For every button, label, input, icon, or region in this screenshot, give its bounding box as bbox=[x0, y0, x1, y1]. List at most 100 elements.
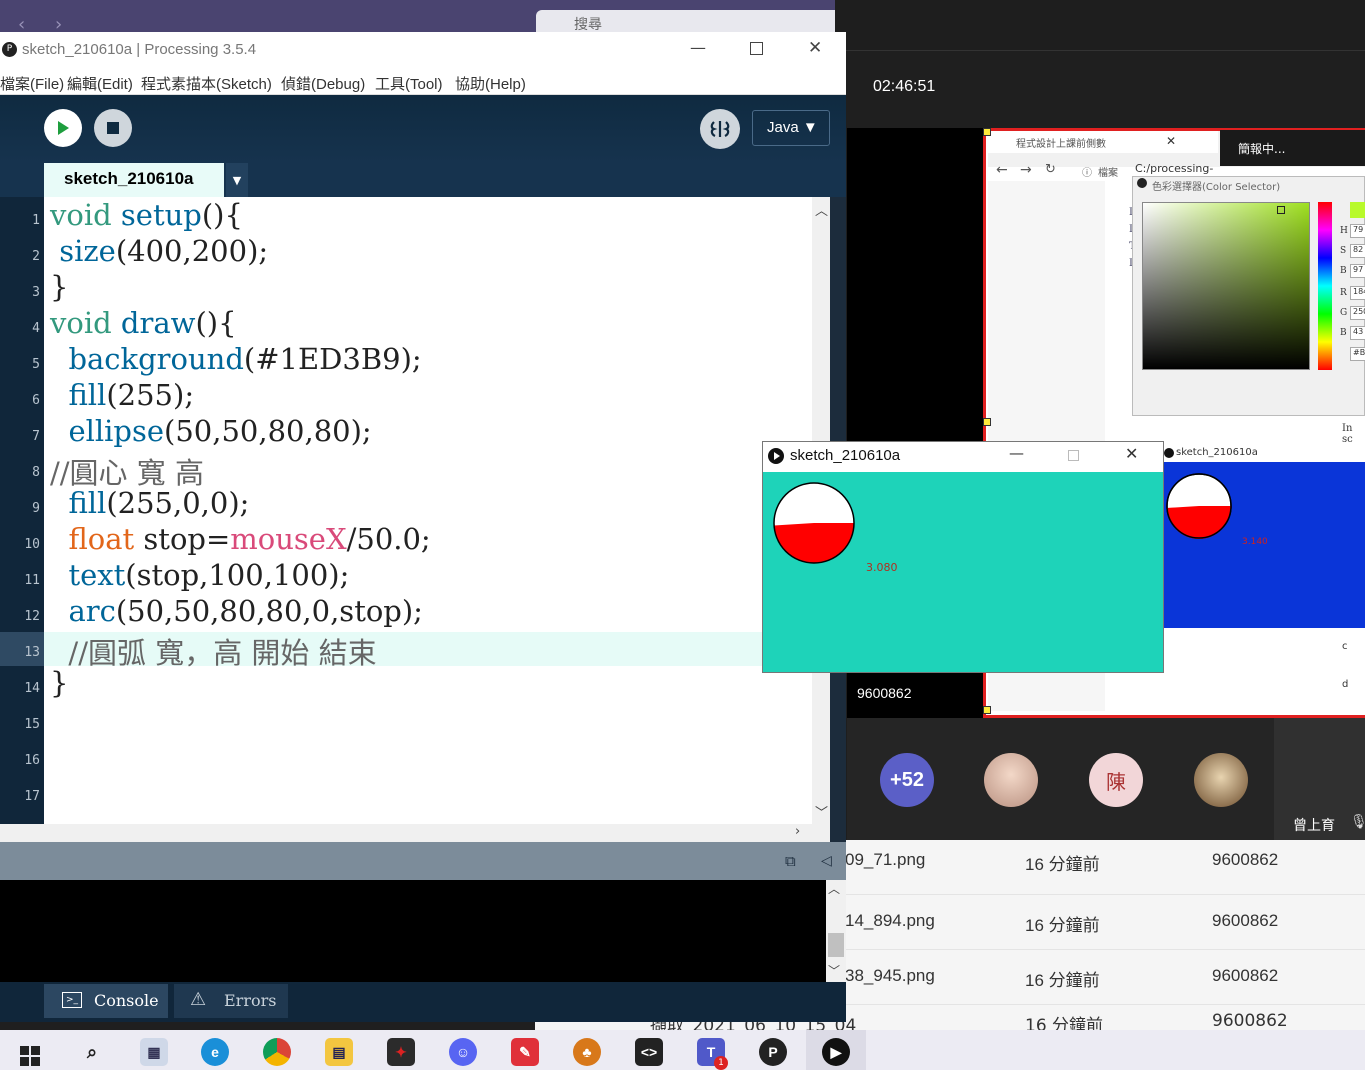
code-line: ellipse(50,50,80,80); bbox=[68, 414, 372, 448]
file-owner: 9600862 bbox=[1212, 911, 1279, 930]
doc-side-text: In sc bbox=[1342, 423, 1353, 445]
shared-sketch-arc bbox=[1165, 472, 1233, 544]
vpn-icon[interactable]: ✎ bbox=[511, 1038, 539, 1066]
scroll-thumb[interactable] bbox=[828, 933, 844, 957]
console-output bbox=[0, 880, 826, 982]
code-line: } bbox=[50, 270, 69, 304]
address-prefix: 檔案 bbox=[1098, 168, 1118, 179]
search-icon[interactable]: ⌕ bbox=[78, 1038, 106, 1066]
debugger-button[interactable] bbox=[700, 109, 740, 149]
close-icon[interactable]: ✕ bbox=[808, 38, 822, 58]
menu-edit[interactable]: 編輯(Edit) bbox=[67, 73, 133, 94]
g-label: G bbox=[1340, 308, 1348, 318]
file-row[interactable]: 38_945.png 16 分鐘前 9600862 bbox=[835, 950, 1365, 1005]
meeting-timer: 02:46:51 bbox=[873, 78, 936, 95]
close-icon[interactable]: ✕ bbox=[1125, 444, 1138, 463]
maximize-icon bbox=[1068, 450, 1079, 461]
color-saturation-field bbox=[1142, 202, 1310, 370]
editor-horizontal-scrollbar[interactable] bbox=[0, 824, 812, 842]
file-time: 16 分鐘前 bbox=[1025, 855, 1100, 874]
tab-menu-button[interactable]: ▼ bbox=[226, 163, 248, 197]
tab-sketch[interactable]: sketch_210610a bbox=[44, 163, 224, 197]
minimize-icon[interactable]: — bbox=[690, 38, 706, 57]
participant-avatar[interactable] bbox=[984, 753, 1038, 807]
hue-slider bbox=[1318, 202, 1332, 370]
shared-sketch-title: sketch_210610a bbox=[1176, 447, 1258, 458]
selection-handle bbox=[983, 706, 991, 714]
run-button[interactable] bbox=[44, 109, 82, 147]
collapse-console-icon[interactable]: ◁ bbox=[821, 853, 832, 869]
scroll-corner bbox=[812, 824, 830, 842]
app-icon[interactable]: ✦ bbox=[387, 1038, 415, 1066]
code-editor-icon[interactable]: <> bbox=[635, 1038, 663, 1066]
code-line: background(#1ED3B9); bbox=[68, 342, 422, 376]
speaker-name: 曾上育 bbox=[1293, 818, 1335, 834]
file-row[interactable]: 14_894.png 16 分鐘前 9600862 bbox=[835, 895, 1365, 950]
minimize-icon[interactable]: — bbox=[1009, 444, 1024, 462]
r-label: R bbox=[1340, 288, 1347, 298]
s-value: 82 bbox=[1350, 244, 1365, 258]
line-number: 1 bbox=[32, 213, 40, 228]
color-preview bbox=[1350, 202, 1365, 218]
line-number: 2 bbox=[32, 249, 40, 264]
chevron-up-icon[interactable]: ︿ bbox=[828, 880, 840, 897]
shared-browser-tab-title: 程式設計上課前側數 bbox=[1016, 139, 1106, 150]
menu-help[interactable]: 協助(Help) bbox=[455, 73, 526, 94]
stop-button[interactable] bbox=[94, 109, 132, 147]
mode-select[interactable]: Java ▼ bbox=[752, 110, 830, 146]
color-picker-handle bbox=[1277, 206, 1285, 214]
chevron-right-icon[interactable]: › bbox=[795, 824, 800, 839]
line-number: 17 bbox=[24, 789, 40, 804]
game-icon[interactable]: ♣ bbox=[573, 1038, 601, 1066]
chevron-up-icon[interactable]: ︿ bbox=[815, 200, 828, 219]
color-selector-title: 色彩選擇器(Color Selector) bbox=[1152, 182, 1281, 193]
file-name: 14_894.png bbox=[845, 911, 935, 930]
presenting-indicator: 簡報中... bbox=[1220, 130, 1365, 166]
shared-sketch-output: 3.140 bbox=[1242, 537, 1268, 547]
hex-value: #B8 bbox=[1350, 347, 1365, 361]
edge-icon[interactable]: e bbox=[201, 1038, 229, 1066]
processing-icon[interactable]: P bbox=[759, 1038, 787, 1066]
line-number: 4 bbox=[32, 321, 40, 336]
participant-avatar[interactable] bbox=[1194, 753, 1248, 807]
line-number: 7 bbox=[32, 429, 40, 444]
butterfly-icon bbox=[710, 121, 730, 137]
info-icon: ⓘ bbox=[1082, 168, 1092, 179]
notification-badge: 1 bbox=[714, 1056, 728, 1070]
file-explorer-icon[interactable]: ▤ bbox=[325, 1038, 353, 1066]
chevron-down-icon[interactable]: ﹀ bbox=[815, 802, 828, 821]
line-number: 13 bbox=[24, 645, 40, 660]
code-line: size(400,200); bbox=[59, 234, 269, 268]
stop-icon bbox=[107, 122, 119, 134]
code-line: void setup(){ bbox=[50, 198, 243, 232]
shared-sketch-titlebar: sketch_210610a bbox=[1160, 444, 1365, 462]
line-number: 11 bbox=[24, 573, 40, 588]
photos-icon[interactable]: ▦ bbox=[140, 1038, 168, 1066]
g-value: 250 bbox=[1350, 306, 1365, 320]
menu-sketch[interactable]: 程式素描本(Sketch) bbox=[141, 73, 272, 94]
menu-file[interactable]: 檔案(File) bbox=[0, 73, 64, 94]
more-participants-button[interactable]: +52 bbox=[880, 753, 934, 807]
windows-start-icon[interactable] bbox=[20, 1046, 40, 1070]
menu-debug[interactable]: 偵錯(Debug) bbox=[281, 73, 365, 94]
sketch-output-value: 3.080 bbox=[866, 561, 898, 574]
chevron-down-icon[interactable]: ﹀ bbox=[828, 962, 840, 979]
discord-icon[interactable]: ☺ bbox=[449, 1038, 477, 1066]
line-number: 3 bbox=[32, 285, 40, 300]
line-number: 5 bbox=[32, 357, 40, 372]
file-row[interactable]: 09_71.png 16 分鐘前 9600862 bbox=[835, 840, 1365, 895]
warning-icon: ⚠ bbox=[190, 989, 207, 1010]
code-line: arc(50,50,80,80,0,stop); bbox=[68, 594, 423, 628]
selection-handle bbox=[983, 128, 991, 136]
menu-tool[interactable]: 工具(Tool) bbox=[375, 73, 443, 94]
line-number: 9 bbox=[32, 501, 40, 516]
search-placeholder: 搜尋 bbox=[574, 17, 602, 33]
line-number: 8 bbox=[32, 465, 40, 480]
chrome-icon[interactable] bbox=[263, 1038, 291, 1066]
close-icon: ✕ bbox=[1166, 134, 1177, 148]
line-number: 6 bbox=[32, 393, 40, 408]
copy-icon[interactable]: ⧉ bbox=[785, 852, 796, 870]
shared-browser-tab: 程式設計上課前側數 bbox=[988, 131, 1218, 153]
maximize-icon[interactable] bbox=[750, 42, 763, 55]
participant-avatar[interactable]: 陳 bbox=[1089, 753, 1143, 807]
